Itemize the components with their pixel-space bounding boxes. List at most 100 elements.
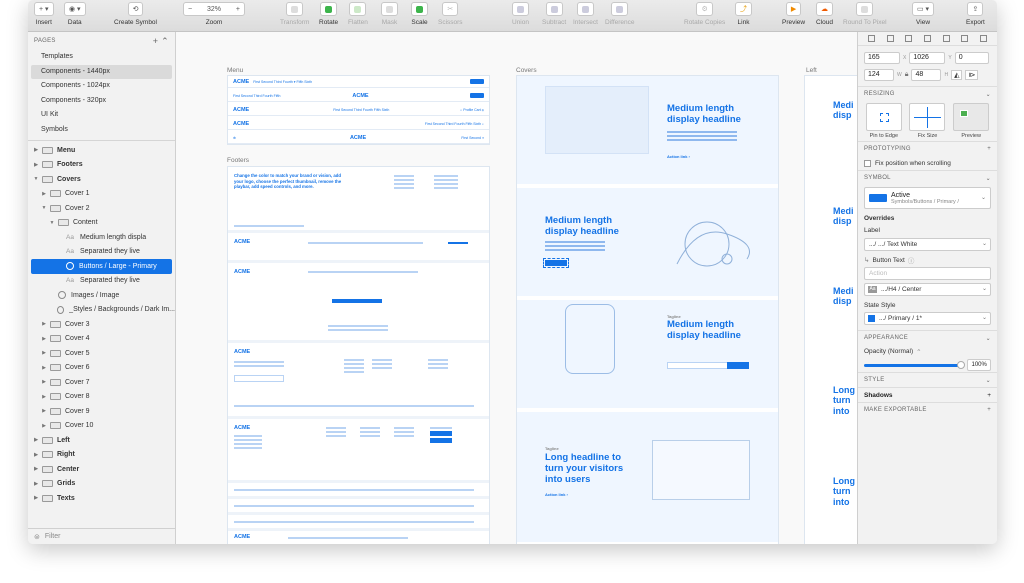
layer-item[interactable]: ▶ Texts [28,491,175,506]
style-section[interactable]: STYLE ⌄ [858,372,997,387]
layer-item[interactable]: ▶ Right [28,448,175,463]
rotate-button[interactable]: Rotate [319,2,338,26]
layer-item[interactable]: ▶ Cover 9 [28,404,175,419]
union-button[interactable]: Union [512,2,529,26]
scissors-button[interactable]: ✂ Scissors [438,2,463,26]
layer-item[interactable]: ▶ Cover 1 [28,187,175,202]
disclosure-open-icon[interactable]: ▼ [32,176,40,182]
layer-item[interactable]: ▼ Covers [28,172,175,187]
layer-item[interactable]: Images / Image [28,288,175,303]
page-item[interactable]: Components - 1024px [28,79,175,94]
layer-item[interactable]: Aa Medium length displa [28,230,175,245]
checkbox-icon[interactable] [864,159,871,167]
opacity-field[interactable]: 100% [967,359,991,371]
disclosure-closed-icon[interactable]: ▶ [40,408,48,414]
layer-item[interactable]: ▶ Menu [28,143,175,158]
button-text-input[interactable]: Action [864,267,991,280]
artboard-label-covers[interactable]: Covers [516,67,537,74]
align-top-icon[interactable] [923,35,931,42]
disclosure-closed-icon[interactable]: ▶ [40,394,48,400]
mask-button[interactable]: Mask [381,2,398,26]
opacity-slider[interactable] [864,360,966,369]
insert-button[interactable]: + ▾ Insert [34,2,54,26]
pin-to-edge-option[interactable]: Pin to Edge [865,103,902,139]
fix-position-checkbox[interactable]: Fix position when scrolling [858,156,997,170]
difference-button[interactable]: Difference [605,2,635,26]
preview-button[interactable]: ▶ Preview [782,2,805,26]
disclosure-closed-icon[interactable]: ▶ [40,336,48,342]
layer-item[interactable]: ▶ Left [28,433,175,448]
page-item[interactable]: Components - 320px [28,94,175,109]
disclosure-closed-icon[interactable]: ▶ [32,147,40,153]
disclosure-closed-icon[interactable]: ▶ [32,452,40,458]
distribute-icon[interactable] [980,35,988,42]
layer-item[interactable]: ▼ Cover 2 [28,201,175,216]
link-button[interactable]: ⤴ Link [735,2,752,26]
disclosure-closed-icon[interactable]: ▶ [32,481,40,487]
text-style-select[interactable]: Aa .../H4 / Center ⌄ [864,283,991,296]
selected-button-primary[interactable] [543,258,569,268]
artboard-covers[interactable]: Medium length display headline Action li… [516,75,779,544]
symbol-picker[interactable]: Active Symbols/Buttons / Primary / ⌄ [864,187,991,209]
lock-icon[interactable]: 🔒︎ [905,71,909,79]
scale-button[interactable]: Scale [411,2,428,26]
label-override-select[interactable]: .../ .../ Text White ⌄ [864,238,991,251]
appearance-section[interactable]: APPEARANCE ⌄ [858,330,997,345]
layer-item[interactable]: ▶ Cover 5 [28,346,175,361]
layer-item[interactable]: Aa Separated they live [28,245,175,260]
slider-handle[interactable] [957,360,966,369]
zoom-out-icon[interactable]: − [188,6,192,13]
layer-item[interactable]: ▶ Footers [28,158,175,173]
disclosure-closed-icon[interactable]: ▶ [32,437,40,443]
transform-button[interactable]: Transform [280,2,309,26]
add-page-icon[interactable]: + ⌃ [153,36,169,47]
disclosure-closed-icon[interactable]: ▶ [32,495,40,501]
align-bottom-icon[interactable] [961,35,969,42]
layer-item[interactable]: ▶ Grids [28,477,175,492]
subtract-button[interactable]: Subtract [542,2,566,26]
disclosure-closed-icon[interactable]: ▶ [40,191,48,197]
disclosure-open-icon[interactable]: ▼ [40,205,48,211]
symbol-section[interactable]: SYMBOL ⌄ [858,170,997,185]
rotate-copies-button[interactable]: ⚙ Rotate Copies [684,2,725,26]
fix-size-option[interactable]: Fix Size [909,103,946,139]
layer-item[interactable]: _Styles / Backgrounds / Dark Im... [28,303,175,318]
make-exportable-section[interactable]: MAKE EXPORTABLE + [858,402,997,417]
zoom-control[interactable]: − 32% + Zoom [183,2,245,26]
prototyping-section[interactable]: PROTOTYPING + [858,141,997,156]
cloud-button[interactable]: ☁ Cloud [816,2,833,26]
data-button[interactable]: ◉ ▾ Data [64,2,86,26]
view-button[interactable]: ▭ ▾ View [912,2,935,26]
disclosure-closed-icon[interactable]: ▶ [40,321,48,327]
round-to-pixel-button[interactable]: Round To Pixel [843,2,887,26]
artboard-label-footers[interactable]: Footers [227,157,249,164]
disclosure-closed-icon[interactable]: ▶ [40,379,48,385]
shadows-section[interactable]: Shadows + [858,387,997,402]
canvas[interactable]: Menu ACME First Second Third Fourth ▾ Fif… [176,32,857,544]
layer-item[interactable]: ▶ Cover 10 [28,419,175,434]
disclosure-closed-icon[interactable]: ▶ [40,423,48,429]
layer-item[interactable]: Aa Separated they live [28,274,175,289]
filter-field[interactable]: ⊜ Filter [28,528,175,544]
layer-item[interactable]: ▼ Content [28,216,175,231]
align-left-icon[interactable] [867,35,875,42]
rotation-field[interactable]: 0 [954,51,989,64]
align-right-icon[interactable] [905,35,913,42]
flip-vertical-icon[interactable]: ⧐ [965,69,979,80]
opacity-label[interactable]: Opacity (Normal) ⌃ [858,345,997,358]
x-field[interactable]: 165 [864,51,900,64]
page-item[interactable]: Symbols [28,123,175,138]
export-button[interactable]: ⇪ Export [966,2,985,26]
zoom-in-icon[interactable]: + [236,6,240,13]
layer-item[interactable]: ▶ Cover 6 [28,361,175,376]
page-item[interactable]: Components - 1440px [31,64,172,79]
align-center-icon[interactable] [886,35,894,42]
layer-item[interactable]: ▶ Center [28,462,175,477]
artboard-label-menu[interactable]: Menu [227,67,243,74]
layer-item[interactable]: ▶ Cover 4 [28,332,175,347]
artboard-footers[interactable]: Change the color to match your brand or … [227,166,490,544]
state-style-select[interactable]: .../ Primary / 1* ⌄ [864,312,991,325]
layer-item[interactable]: ▶ Cover 8 [28,390,175,405]
height-field[interactable]: 48 [911,68,942,81]
layer-item[interactable]: ▶ Cover 3 [28,317,175,332]
